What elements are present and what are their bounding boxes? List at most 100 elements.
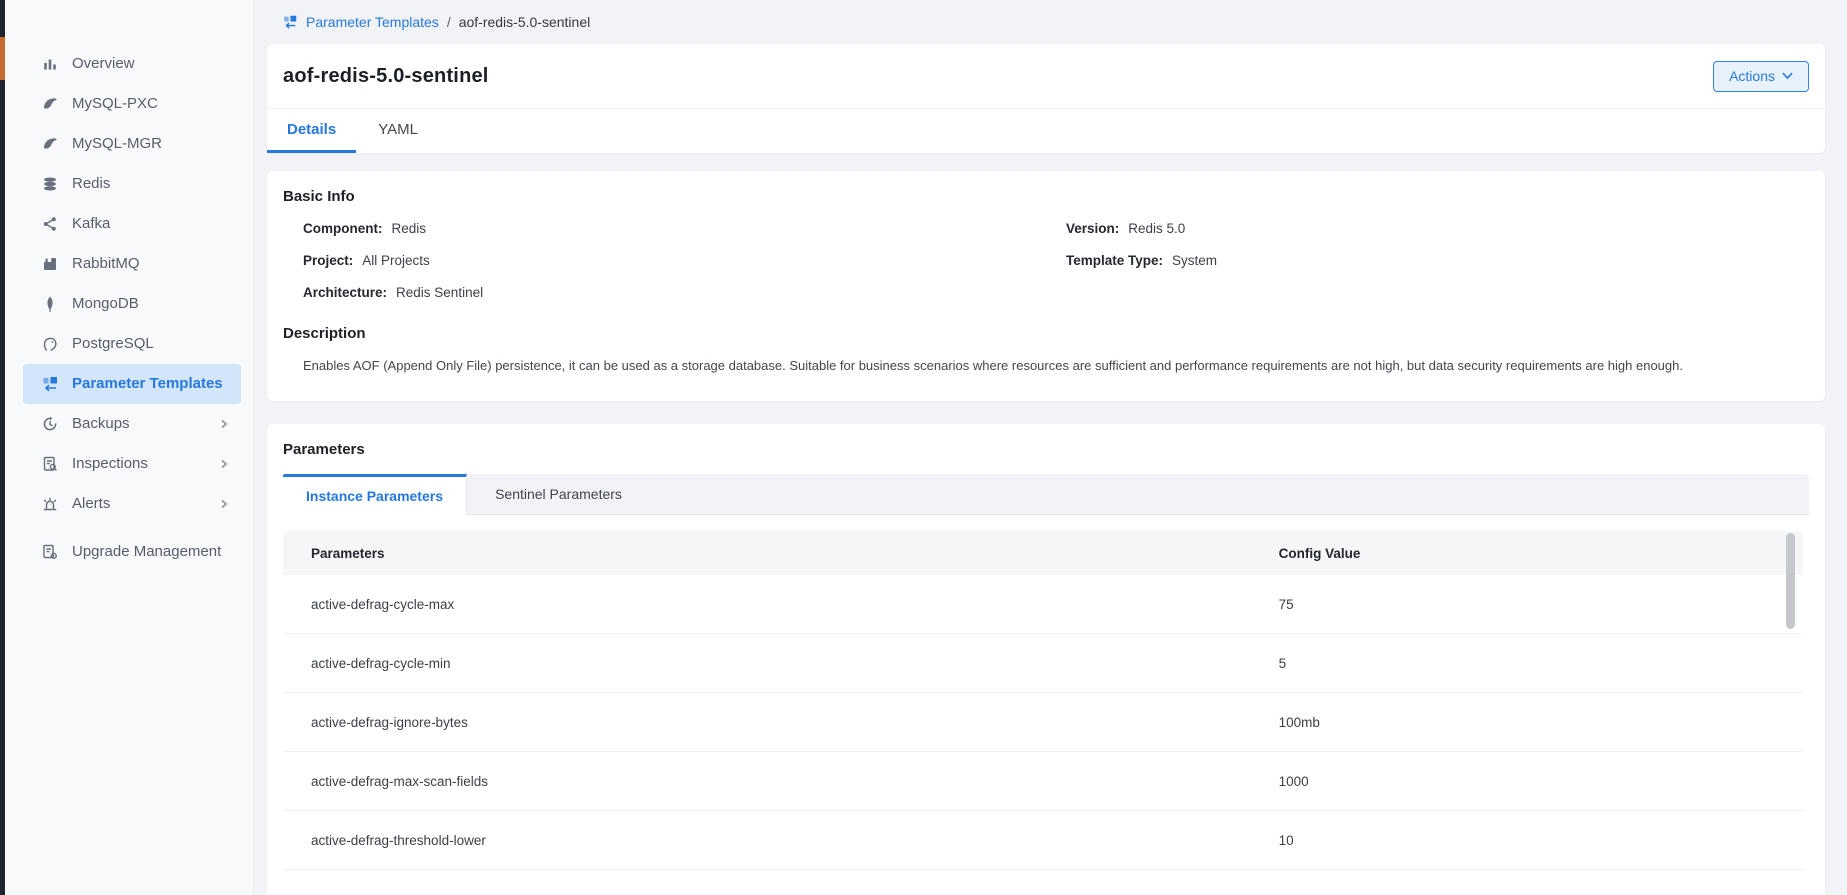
- sidebar-item-alerts[interactable]: Alerts: [23, 484, 241, 524]
- field-component: Component: Redis: [283, 220, 1046, 237]
- backup-restore-icon: [41, 415, 59, 433]
- inspection-doc-icon: [41, 455, 59, 473]
- sidebar-item-redis[interactable]: Redis: [23, 164, 241, 204]
- field-template-type: Template Type: System: [1046, 252, 1809, 269]
- field-architecture: Architecture:Redis Sentinel: [283, 284, 1046, 301]
- template-icon: [41, 375, 59, 393]
- chevron-right-icon: [217, 417, 231, 431]
- actions-button[interactable]: Actions: [1713, 61, 1809, 92]
- page-header-card: aof-redis-5.0-sentinel Actions Details Y…: [267, 44, 1825, 153]
- main-content: Parameter Templates / aof-redis-5.0-sent…: [254, 0, 1847, 895]
- field-version: Version: Redis 5.0: [1046, 220, 1809, 237]
- basic-info-grid: Component: Redis Project: All Projects Arc…: [283, 220, 1809, 301]
- cell-config-value: 75: [1279, 597, 1803, 612]
- field-value: System: [1172, 253, 1217, 268]
- bar-chart-icon: [41, 55, 59, 73]
- sidebar-item-parameter-templates[interactable]: Parameter Templates: [23, 364, 241, 404]
- basic-info-right-column: Version: Redis 5.0 Template Type: System: [1046, 220, 1809, 301]
- chevron-right-icon: [217, 497, 231, 511]
- table-scrollbar-thumb[interactable]: [1786, 533, 1795, 629]
- sidebar-item-upgrade-management[interactable]: Upgrade Management: [23, 532, 241, 572]
- breadcrumb-link-parameter-templates[interactable]: Parameter Templates: [306, 14, 439, 30]
- sidebar-item-label: Upgrade Management: [72, 542, 221, 562]
- sidebar-item-label: Backups: [72, 414, 130, 434]
- layers-icon: [41, 175, 59, 193]
- field-label: Architecture:: [303, 285, 387, 300]
- parameters-table: Parameters Config Value active-defrag-cy…: [283, 531, 1803, 870]
- leaf-icon: [41, 295, 59, 313]
- tab-sentinel-parameters[interactable]: Sentinel Parameters: [467, 474, 650, 514]
- table-header-row: Parameters Config Value: [283, 531, 1803, 575]
- cell-config-value: 100mb: [1279, 715, 1803, 730]
- field-project: Project: All Projects: [283, 252, 1046, 269]
- title-row: aof-redis-5.0-sentinel Actions: [267, 44, 1825, 109]
- rabbitmq-icon: [41, 255, 59, 273]
- parameters-heading: Parameters: [283, 441, 1809, 458]
- cell-config-value: 5: [1279, 656, 1803, 671]
- cell-config-value: 1000: [1279, 774, 1803, 789]
- sidebar-item-backups[interactable]: Backups: [23, 404, 241, 444]
- sidebar-item-postgresql[interactable]: PostgreSQL: [23, 324, 241, 364]
- cell-parameter-name: active-defrag-cycle-min: [283, 656, 1279, 671]
- cell-config-value: 10: [1279, 833, 1803, 848]
- page-tabs: Details YAML: [267, 109, 1825, 153]
- field-label: Project:: [303, 253, 353, 268]
- sidebar-item-label: Redis: [72, 174, 110, 194]
- sidebar-item-rabbitmq[interactable]: RabbitMQ: [23, 244, 241, 284]
- description-text: Enables AOF (Append Only File) persisten…: [283, 357, 1809, 374]
- basic-info-left-column: Component: Redis Project: All Projects Arc…: [283, 220, 1046, 301]
- sidebar-item-kafka[interactable]: Kafka: [23, 204, 241, 244]
- column-header-parameters: Parameters: [283, 546, 1279, 561]
- field-value: Redis: [391, 221, 426, 236]
- sidebar-item-label: MySQL-PXC: [72, 94, 158, 114]
- tab-yaml[interactable]: YAML: [356, 109, 440, 153]
- sidebar-item-mysql-pxc[interactable]: MySQL-PXC: [23, 84, 241, 124]
- alarm-icon: [41, 495, 59, 513]
- sidebar-item-label: MongoDB: [72, 294, 139, 314]
- sidebar-item-label: Alerts: [72, 494, 110, 514]
- table-row: active-defrag-cycle-max 75: [283, 575, 1803, 634]
- field-label: Version:: [1066, 221, 1119, 236]
- breadcrumb: Parameter Templates / aof-redis-5.0-sent…: [254, 0, 1847, 44]
- breadcrumb-separator: /: [447, 14, 451, 30]
- description-heading: Description: [283, 325, 1809, 342]
- dolphin-icon: [41, 135, 59, 153]
- page-title: aof-redis-5.0-sentinel: [283, 65, 489, 88]
- actions-button-label: Actions: [1729, 68, 1775, 84]
- column-header-config-value: Config Value: [1279, 546, 1803, 561]
- elephant-icon: [41, 335, 59, 353]
- field-value: All Projects: [362, 253, 430, 268]
- sidebar-item-mysql-mgr[interactable]: MySQL-MGR: [23, 124, 241, 164]
- sidebar-item-label: Parameter Templates: [72, 374, 223, 394]
- sidebar-item-label: RabbitMQ: [72, 254, 140, 274]
- cell-parameter-name: active-defrag-ignore-bytes: [283, 715, 1279, 730]
- field-label: Template Type:: [1066, 253, 1163, 268]
- sidebar-item-overview[interactable]: Overview: [23, 44, 241, 84]
- tab-instance-parameters[interactable]: Instance Parameters: [283, 474, 467, 515]
- sidebar-item-label: MySQL-MGR: [72, 134, 162, 154]
- kafka-nodes-icon: [41, 215, 59, 233]
- breadcrumb-current: aof-redis-5.0-sentinel: [459, 14, 591, 30]
- rail-active-indicator: [0, 37, 5, 80]
- field-label: Component:: [303, 221, 382, 236]
- table-row: active-defrag-threshold-lower 10: [283, 811, 1803, 870]
- table-row: active-defrag-max-scan-fields 1000: [283, 752, 1803, 811]
- upgrade-doc-icon: [41, 543, 59, 561]
- sidebar: Overview MySQL-PXC MySQL-MGR Redis Kafka: [5, 0, 254, 895]
- sidebar-item-label: Inspections: [72, 454, 148, 474]
- left-edge-rail: [0, 0, 5, 895]
- cell-parameter-name: active-defrag-threshold-lower: [283, 833, 1279, 848]
- chevron-down-icon: [1782, 72, 1793, 80]
- cell-parameter-name: active-defrag-max-scan-fields: [283, 774, 1279, 789]
- table-row: active-defrag-cycle-min 5: [283, 634, 1803, 693]
- parameters-tabbar: Instance Parameters Sentinel Parameters: [283, 474, 1809, 515]
- template-icon: [282, 14, 298, 30]
- table-row: active-defrag-ignore-bytes 100mb: [283, 693, 1803, 752]
- parameters-card: Parameters Instance Parameters Sentinel …: [267, 424, 1825, 895]
- cell-parameter-name: active-defrag-cycle-max: [283, 597, 1279, 612]
- sidebar-item-mongodb[interactable]: MongoDB: [23, 284, 241, 324]
- basic-info-card: Basic Info Component:Redis Project:All P…: [267, 171, 1825, 401]
- tab-details[interactable]: Details: [267, 109, 356, 153]
- sidebar-item-inspections[interactable]: Inspections: [23, 444, 241, 484]
- field-value: Redis 5.0: [1128, 221, 1185, 236]
